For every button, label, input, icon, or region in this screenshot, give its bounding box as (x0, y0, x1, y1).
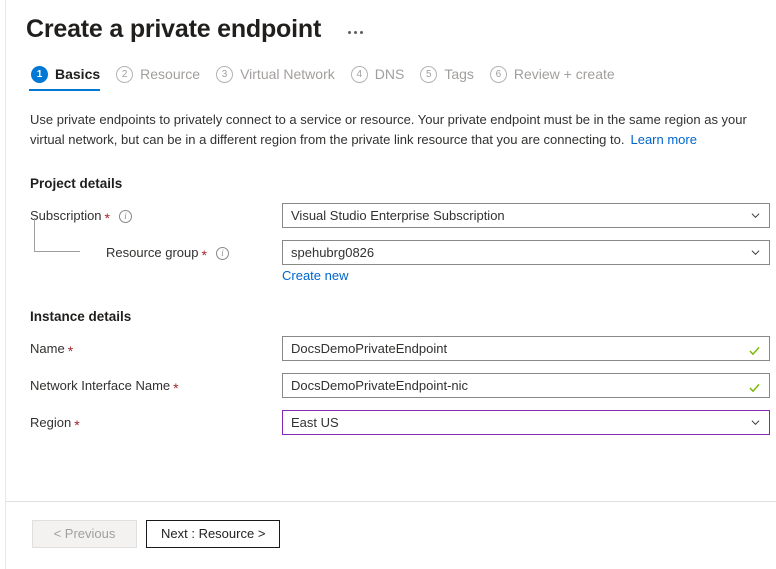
resource-group-label: Resource group (106, 241, 199, 265)
tab-virtual-network-label: Virtual Network (240, 66, 335, 83)
name-label: Name (30, 337, 65, 361)
name-input[interactable]: DocsDemoPrivateEndpoint (282, 336, 770, 361)
valid-check-icon (749, 381, 760, 391)
network-interface-name-label-wrap: Network Interface Name * (30, 373, 282, 398)
wizard-tabs: 1 Basics 2 Resource 3 Virtual Network 4 … (6, 44, 776, 91)
subscription-required-marker: * (105, 211, 110, 225)
blade-body: Use private endpoints to privately conne… (6, 91, 776, 501)
resource-group-label-wrap: Resource group * i (30, 240, 282, 265)
tab-virtual-network-number: 3 (216, 66, 233, 83)
subscription-row: Subscription * i Visual Studio Enterpris… (30, 203, 758, 228)
tab-tags-label: Tags (444, 66, 474, 83)
subscription-dropdown[interactable]: Visual Studio Enterprise Subscription (282, 203, 770, 228)
name-required-marker: * (68, 344, 73, 358)
network-interface-name-input[interactable]: DocsDemoPrivateEndpoint-nic (282, 373, 770, 398)
tab-resource-number: 2 (116, 66, 133, 83)
tab-tags[interactable]: 5 Tags (418, 66, 488, 91)
resource-group-info-icon[interactable]: i (216, 247, 229, 260)
tab-tags-number: 5 (420, 66, 437, 83)
tab-review-create-label: Review + create (514, 66, 615, 83)
project-details-heading: Project details (30, 176, 758, 191)
name-label-wrap: Name * (30, 336, 282, 361)
region-dropdown[interactable]: East US (282, 410, 770, 435)
ellipsis-dot-1 (348, 31, 351, 34)
network-interface-name-value: DocsDemoPrivateEndpoint-nic (291, 374, 468, 397)
network-interface-name-required-marker: * (173, 381, 178, 395)
tab-dns-number: 4 (351, 66, 368, 83)
name-value: DocsDemoPrivateEndpoint (291, 337, 447, 360)
ellipsis-dot-2 (354, 31, 357, 34)
subscription-value: Visual Studio Enterprise Subscription (291, 204, 505, 227)
chevron-down-icon (751, 211, 760, 220)
blade-footer: < Previous Next : Resource > (6, 501, 776, 569)
ellipsis-dot-3 (360, 31, 363, 34)
next-resource-button[interactable]: Next : Resource > (146, 520, 280, 548)
resource-group-value: spehubrg0826 (291, 241, 374, 264)
intro-text-block: Use private endpoints to privately conne… (30, 110, 758, 150)
subscription-label: Subscription (30, 204, 102, 228)
resource-group-dropdown[interactable]: spehubrg0826 (282, 240, 770, 265)
tab-dns-label: DNS (375, 66, 405, 83)
tab-basics[interactable]: 1 Basics (29, 66, 114, 91)
tab-basics-number: 1 (31, 66, 48, 83)
tab-virtual-network[interactable]: 3 Virtual Network (214, 66, 349, 91)
network-interface-name-row: Network Interface Name * DocsDemoPrivate… (30, 373, 758, 398)
region-field-wrap: East US (282, 410, 770, 435)
tab-resource-label: Resource (140, 66, 200, 83)
create-private-endpoint-blade: Create a private endpoint 1 Basics 2 Res… (5, 0, 776, 569)
resource-group-required-marker: * (202, 248, 207, 262)
region-label: Region (30, 411, 71, 435)
region-value: East US (291, 411, 339, 434)
resource-group-row: Resource group * i spehubrg0826 Create n… (30, 240, 758, 283)
tab-review-create-number: 6 (490, 66, 507, 83)
create-new-resource-group-link[interactable]: Create new (282, 268, 348, 283)
tab-dns[interactable]: 4 DNS (349, 66, 419, 91)
name-field-wrap: DocsDemoPrivateEndpoint (282, 336, 770, 361)
region-row: Region * East US (30, 410, 758, 435)
tab-resource[interactable]: 2 Resource (114, 66, 214, 91)
region-label-wrap: Region * (30, 410, 282, 435)
blade-header: Create a private endpoint (6, 0, 776, 44)
name-row: Name * DocsDemoPrivateEndpoint (30, 336, 758, 361)
subscription-info-icon[interactable]: i (119, 210, 132, 223)
network-interface-name-field-wrap: DocsDemoPrivateEndpoint-nic (282, 373, 770, 398)
chevron-down-icon (751, 248, 760, 257)
subscription-field-wrap: Visual Studio Enterprise Subscription (282, 203, 770, 228)
instance-details-heading: Instance details (30, 309, 758, 324)
tab-active-underline (29, 89, 100, 91)
more-options-icon[interactable] (343, 22, 367, 42)
resource-group-field-wrap: spehubrg0826 Create new (282, 240, 770, 283)
valid-check-icon (749, 344, 760, 354)
learn-more-link[interactable]: Learn more (630, 132, 696, 147)
previous-button[interactable]: < Previous (32, 520, 137, 548)
network-interface-name-label: Network Interface Name (30, 374, 170, 398)
tab-basics-label: Basics (55, 66, 100, 83)
page-title: Create a private endpoint (26, 14, 321, 44)
chevron-down-icon (751, 418, 760, 427)
subscription-label-wrap: Subscription * i (30, 203, 282, 228)
region-required-marker: * (74, 418, 79, 432)
tab-review-create[interactable]: 6 Review + create (488, 66, 629, 91)
